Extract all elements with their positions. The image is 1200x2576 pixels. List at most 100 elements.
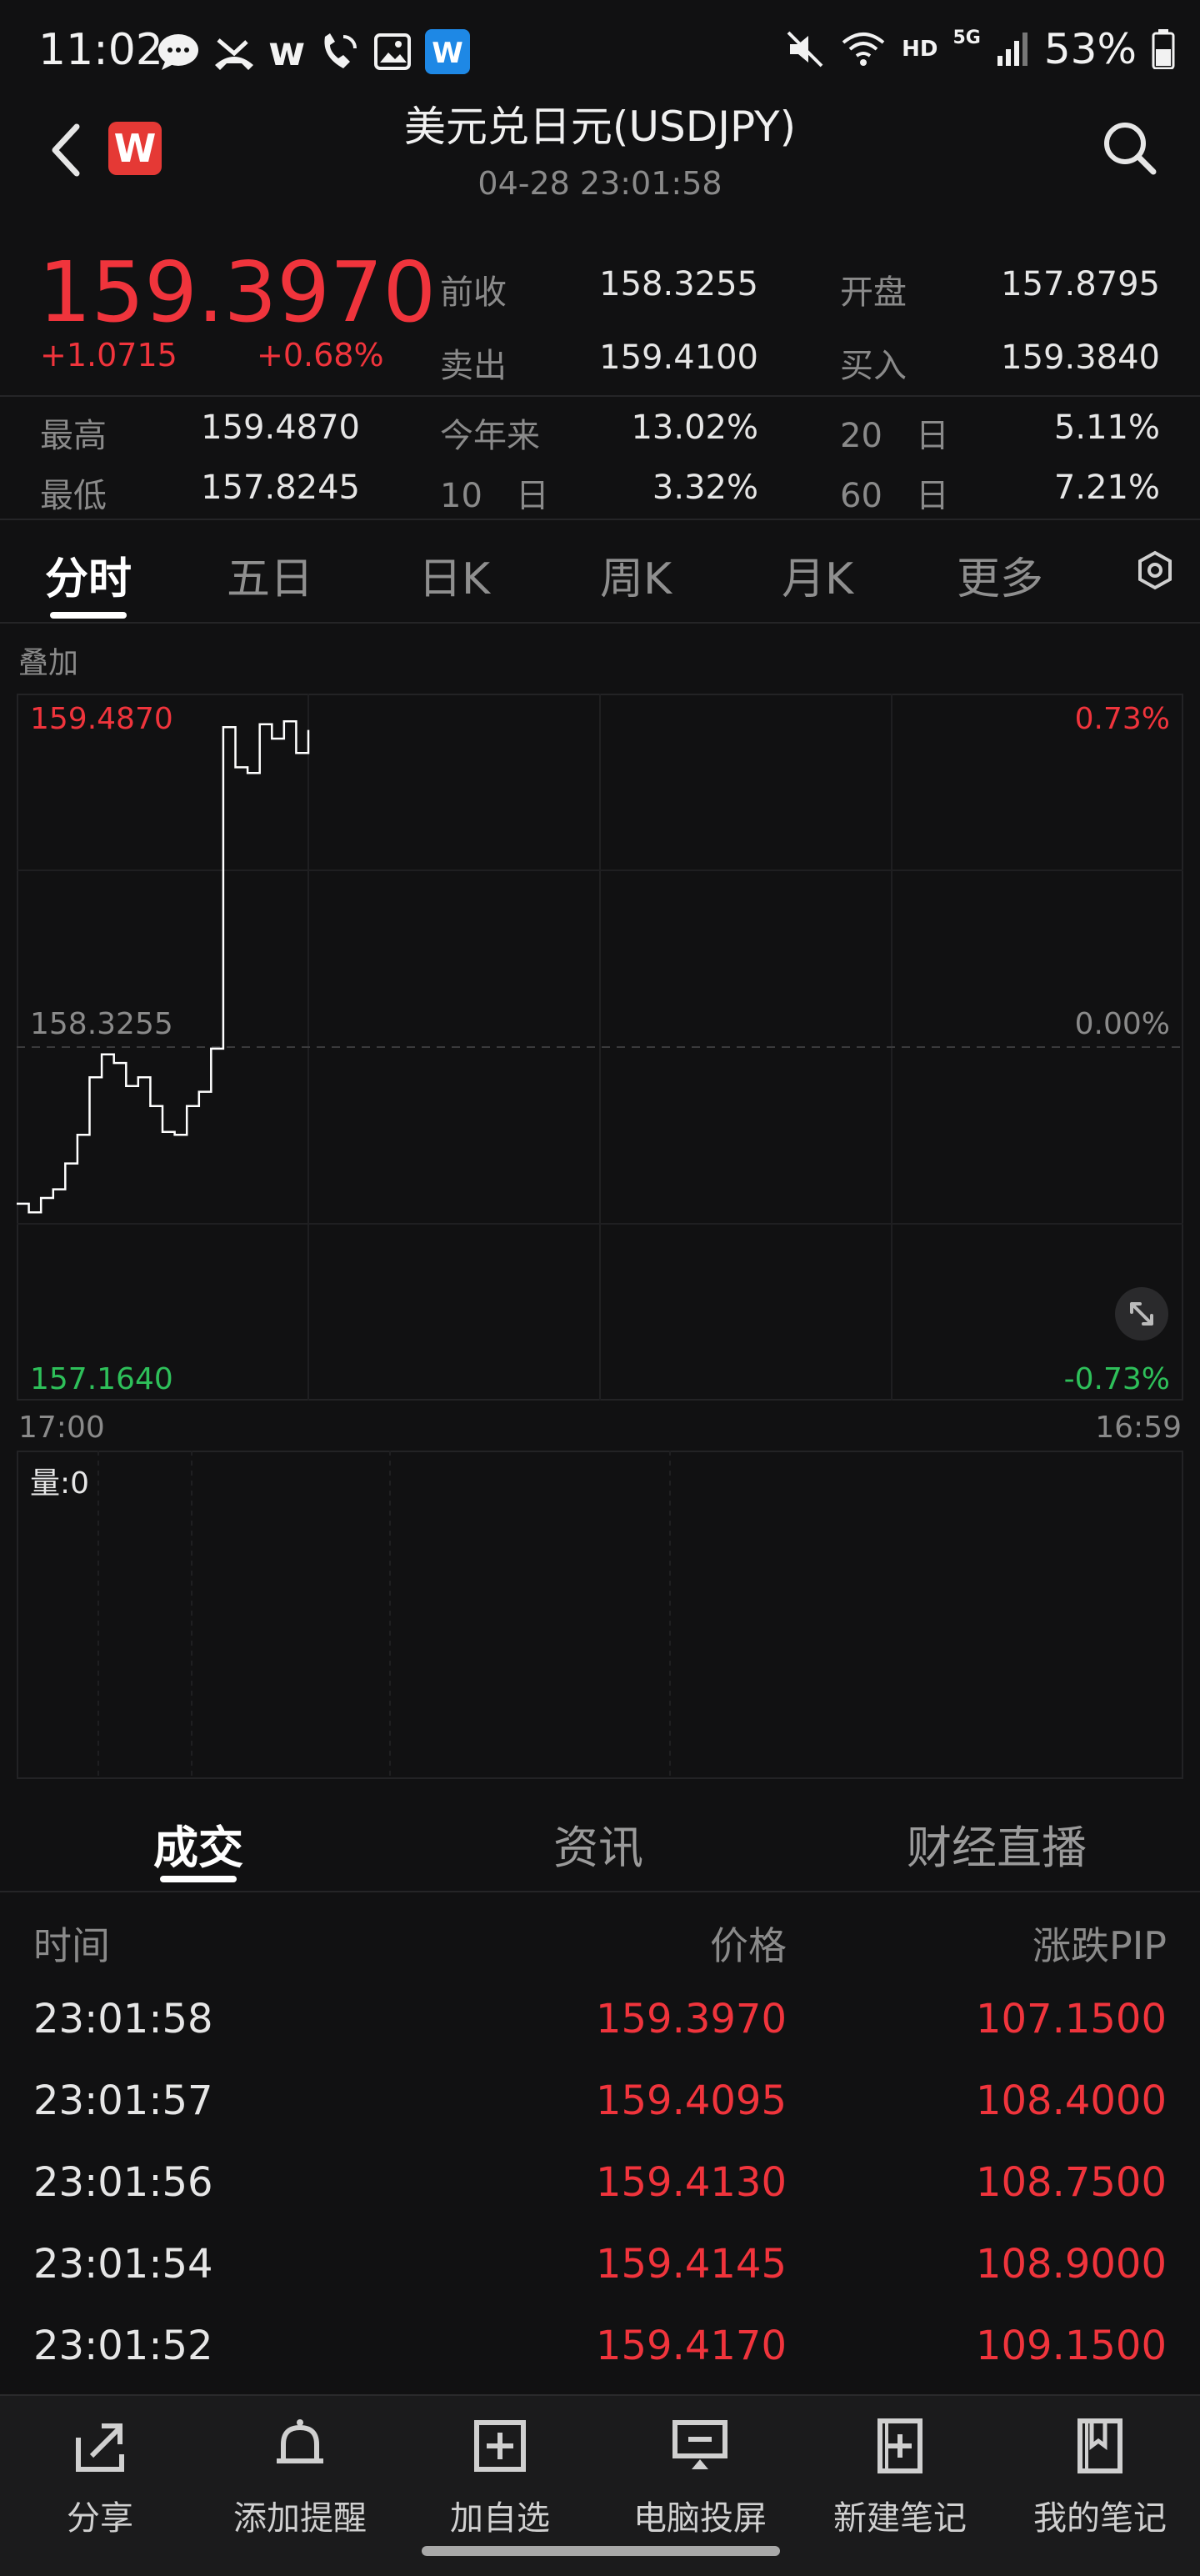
status-notification-icons: w W — [157, 28, 471, 75]
add-watchlist-button[interactable]: 加自选 — [400, 2413, 600, 2539]
open-value: 157.8795 — [1001, 265, 1160, 303]
price-change: +1.0715 — [40, 337, 178, 373]
page-title: 美元兑日元(USDJPY) — [403, 103, 797, 151]
volume-chart — [98, 1451, 671, 1779]
w-notification-text: w — [268, 28, 306, 75]
status-bar: 11:02 w W HD 5G 53% — [0, 0, 1200, 100]
price-change-percent: +0.68% — [257, 337, 384, 373]
table-row: 23:01:54 159.4145 108.9000 — [0, 2224, 1200, 2306]
cast-screen-button[interactable]: 电脑投屏 — [600, 2413, 800, 2539]
10d-value: 3.32% — [652, 469, 758, 507]
my-notes-button[interactable]: 我的笔记 — [1000, 2413, 1200, 2539]
new-note-label: 新建笔记 — [833, 2499, 967, 2538]
high-label: 最高 — [40, 417, 107, 455]
network-type: 5G — [952, 27, 981, 48]
sell-label: 卖出 — [440, 347, 507, 385]
buy-label: 买入 — [840, 347, 907, 385]
trade-price: 159.4130 — [595, 2159, 787, 2206]
current-price: 159.3970 — [38, 243, 437, 341]
bell-icon — [277, 2419, 323, 2463]
new-note-button[interactable]: 新建笔记 — [800, 2413, 1000, 2539]
tab-monthly-k[interactable]: 月K — [782, 544, 853, 606]
table-row: 23:01:56 159.4130 108.7500 — [0, 2142, 1200, 2224]
overlay-button[interactable]: 叠加 — [18, 639, 78, 682]
signal-icon — [997, 33, 1028, 66]
table-row: 23:01:57 159.4095 108.4000 — [0, 2061, 1200, 2142]
chart-high-label: 159.4870 — [30, 702, 173, 736]
battery-percent: 53% — [1043, 25, 1137, 73]
60d-value: 7.21% — [1053, 469, 1160, 507]
trade-time: 23:01:58 — [33, 1996, 213, 2042]
trade-pip: 108.9000 — [975, 2241, 1167, 2288]
home-indicator[interactable] — [422, 2546, 780, 2556]
gallery-icon — [374, 33, 412, 70]
tab-trades[interactable]: 成交 — [153, 1811, 243, 1877]
tab-active-indicator — [50, 612, 127, 619]
tab-intraday[interactable]: 分时 — [45, 544, 132, 606]
trade-time: 23:01:56 — [33, 2159, 213, 2206]
table-row: 23:01:52 159.4170 109.1500 — [0, 2306, 1200, 2388]
trade-price: 159.3970 — [595, 1996, 787, 2042]
col-header-time: 时间 — [33, 1923, 110, 1968]
open-label: 开盘 — [840, 273, 907, 312]
quote-timestamp: 04-28 23:01:58 — [478, 165, 722, 202]
tab-news[interactable]: 资讯 — [553, 1811, 643, 1877]
divider — [0, 395, 1200, 397]
tab-daily-k[interactable]: 日K — [418, 544, 490, 606]
trade-time: 23:01:57 — [33, 2077, 213, 2124]
hd-indicator: HD — [902, 37, 938, 62]
chart-low-label: 157.1640 — [30, 1362, 173, 1396]
share-button[interactable]: 分享 — [0, 2413, 200, 2539]
20d-label: 20 日 — [840, 417, 949, 455]
mute-icon — [787, 31, 823, 68]
add-box-icon — [474, 2420, 526, 2472]
status-system-icons: HD 5G 53% — [785, 25, 1175, 73]
share-icon — [76, 2423, 124, 2472]
add-alert-button[interactable]: 添加提醒 — [200, 2413, 400, 2539]
app-w-icon: W — [425, 29, 471, 74]
fullscreen-button[interactable] — [1115, 1287, 1168, 1341]
60d-label: 60 日 — [840, 477, 949, 515]
call-wifi-icon — [324, 33, 358, 68]
divider — [0, 622, 1200, 624]
add-alert-label: 添加提醒 — [233, 2499, 367, 2538]
notebook-icon — [1078, 2418, 1122, 2473]
trade-price: 159.4145 — [595, 2241, 787, 2288]
trade-pip: 108.4000 — [975, 2077, 1167, 2124]
prev-close-label: 前收 — [440, 273, 507, 312]
tab-finance-live[interactable]: 财经直播 — [907, 1811, 1087, 1877]
chart-low-pct: -0.73% — [1063, 1362, 1170, 1396]
battery-icon — [1152, 29, 1175, 69]
chart-high-pct: 0.73% — [1074, 702, 1170, 736]
time-axis-start: 17:00 — [18, 1411, 105, 1445]
cast-screen-label: 电脑投屏 — [633, 2499, 767, 2538]
price-series-line — [17, 720, 310, 1214]
share-label: 分享 — [67, 2499, 133, 2538]
lower-tab-active-indicator — [160, 1876, 237, 1882]
tab-five-day[interactable]: 五日 — [227, 544, 313, 606]
intraday-price-chart[interactable] — [17, 694, 1183, 1401]
ytd-label: 今年来 — [440, 417, 540, 455]
new-note-icon — [878, 2418, 922, 2473]
trade-pip: 109.1500 — [975, 2323, 1167, 2369]
divider — [0, 1891, 1200, 1892]
10d-label: 10 日 — [440, 477, 549, 515]
prev-close-value: 158.3255 — [599, 265, 758, 303]
search-icon[interactable] — [1100, 118, 1158, 177]
chart-settings-icon[interactable] — [1135, 550, 1175, 590]
trade-pip: 107.1500 — [975, 1996, 1167, 2042]
high-value: 159.4870 — [201, 408, 360, 447]
add-watchlist-label: 加自选 — [450, 2499, 550, 2538]
svg-text:W: W — [432, 37, 464, 70]
trade-time: 23:01:54 — [33, 2241, 213, 2288]
ytd-value: 13.02% — [631, 408, 758, 447]
chart-base-pct: 0.00% — [1074, 1007, 1170, 1041]
chart-base-label: 158.3255 — [30, 1007, 173, 1041]
tab-weekly-k[interactable]: 周K — [600, 544, 672, 606]
low-value: 157.8245 — [201, 469, 360, 507]
missed-call-icon — [215, 38, 253, 70]
tab-more[interactable]: 更多 — [957, 544, 1043, 606]
20d-value: 5.11% — [1053, 408, 1160, 447]
col-header-pip: 涨跌PIP — [1032, 1923, 1167, 1968]
low-label: 最低 — [40, 477, 107, 515]
